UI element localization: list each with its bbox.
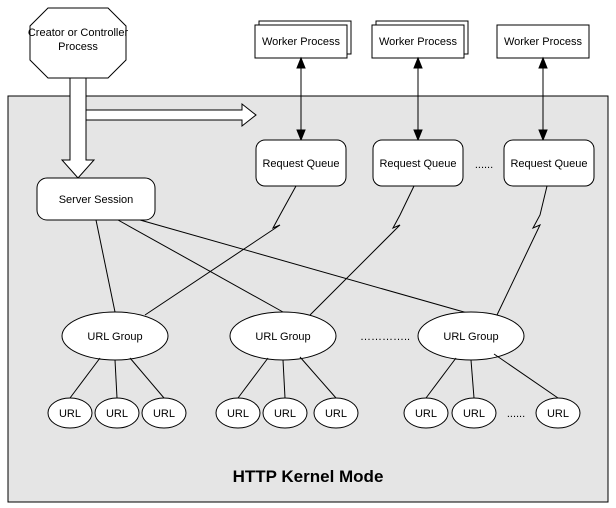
urlgroup3-label: URL Group [443,331,498,343]
url-2a: URL [227,408,249,420]
worker-process-2: Worker Process [372,21,468,58]
creator-node: Creator or Controller Process [28,8,129,78]
request-queue-2: Request Queue [373,140,463,186]
urlgroup1-label: URL Group [87,331,142,343]
worker-process-3: Worker Process [497,25,589,58]
url-2b: URL [274,408,296,420]
rq1-label: Request Queue [262,158,339,170]
url-group-3: URL Group [418,312,524,360]
url-1a: URL [59,408,81,420]
creator-label-line2: Process [58,41,98,53]
url-3c: URL [547,408,569,420]
request-queue-1: Request Queue [256,140,346,186]
server-session-node: Server Session [37,178,155,220]
worker3-label: Worker Process [504,36,583,48]
worker1-label: Worker Process [262,36,341,48]
creator-label-line1: Creator or Controller [28,27,129,39]
url-3a: URL [415,408,437,420]
worker2-label: Worker Process [379,36,458,48]
rq-ellipsis: ...... [475,159,493,171]
rq3-label: Request Queue [510,158,587,170]
urlgroup-ellipsis: ………….. [360,331,410,343]
url-1b: URL [106,408,128,420]
architecture-diagram: Creator or Controller Process Worker Proc… [0,0,616,508]
urlgroup2-label: URL Group [255,331,310,343]
worker-process-1: Worker Process [255,21,351,58]
diagram-title: HTTP Kernel Mode [233,467,384,486]
url-3b: URL [463,408,485,420]
server-session-label: Server Session [59,194,134,206]
url-2c: URL [325,408,347,420]
url-group-1: URL Group [62,312,168,360]
request-queue-3: Request Queue [504,140,594,186]
url-ellipsis: ...... [507,408,525,420]
rq2-label: Request Queue [379,158,456,170]
url-group-2: URL Group [230,312,336,360]
url-1c: URL [153,408,175,420]
